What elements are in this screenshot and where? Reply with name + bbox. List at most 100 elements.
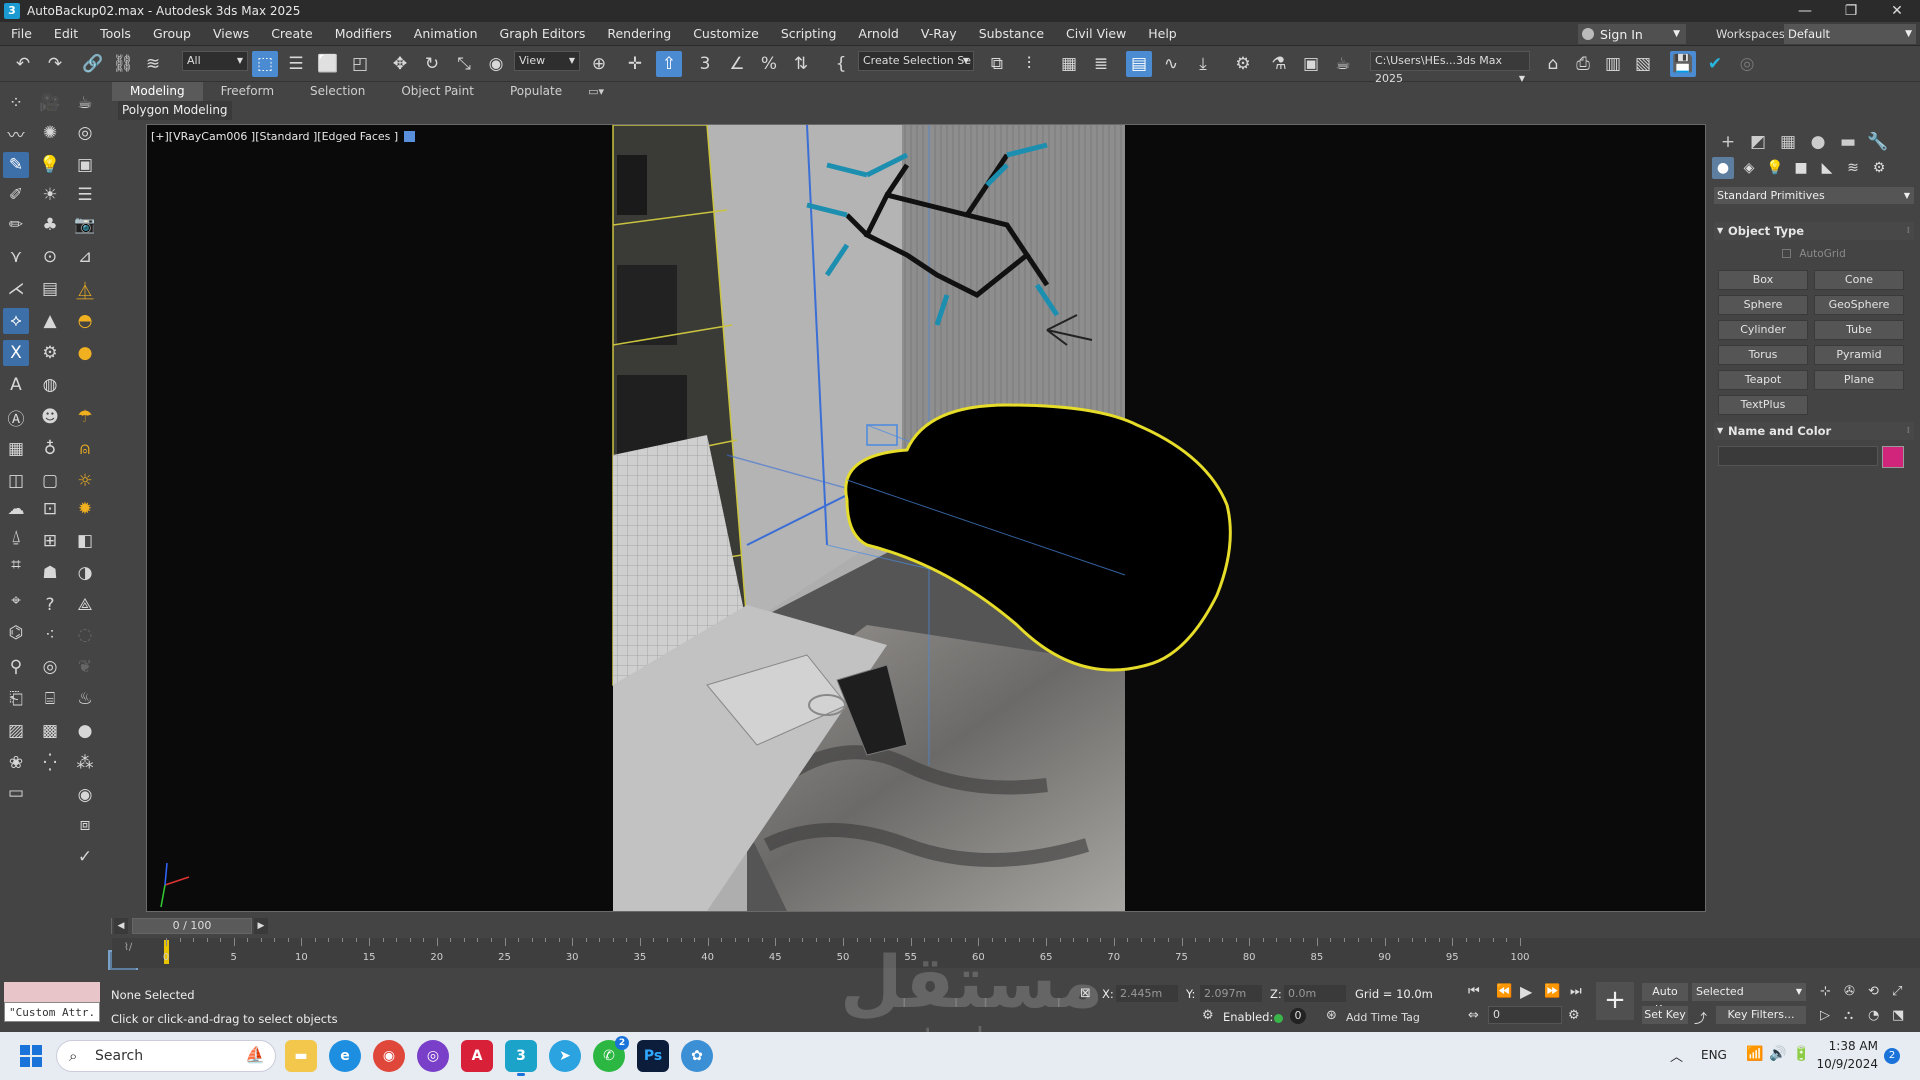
move-icon[interactable]: ✥	[387, 51, 413, 77]
key-mode-select[interactable]: Selected ▼	[1692, 983, 1806, 1001]
menu-views[interactable]: Views	[202, 26, 260, 41]
prev-frame-arrow-icon[interactable]: ◀	[114, 918, 128, 934]
menu-graph-editors[interactable]: Graph Editors	[489, 26, 597, 41]
scatter-icon[interactable]: ⁛	[37, 750, 63, 776]
snaps-toggle-icon[interactable]: 3	[692, 51, 718, 77]
orbit-icon[interactable]: ✇	[1844, 984, 1855, 999]
bell-light-icon[interactable]: ⍝	[72, 436, 98, 462]
minimize-icon[interactable]: —	[1782, 0, 1828, 22]
symmetry-icon[interactable]: ⟡	[3, 308, 29, 334]
target-icon[interactable]: ◎	[37, 654, 63, 680]
hierarchy-tab-icon[interactable]: ▦	[1776, 130, 1800, 154]
add-time-tag-button[interactable]: Add Time Tag	[1346, 1011, 1420, 1024]
tab-populate[interactable]: Populate	[492, 82, 580, 101]
go-to-start-icon[interactable]: ⏮	[1468, 984, 1480, 999]
workspace-select[interactable]: Default ▼	[1784, 24, 1916, 44]
sun-light-icon[interactable]: ☼	[72, 468, 98, 494]
cloud-icon[interactable]: ☁	[3, 496, 29, 522]
save-project-icon[interactable]: ⎙	[1570, 51, 1596, 77]
time-slider-handle[interactable]: 0 / 100	[132, 918, 252, 934]
menu-substance[interactable]: Substance	[968, 26, 1055, 41]
redo-icon[interactable]: ↷	[42, 51, 68, 77]
image-icon[interactable]: ▨	[3, 718, 29, 744]
scene-explorer-icon[interactable]: ▦	[1056, 51, 1082, 77]
check-icon[interactable]: ✔	[1702, 51, 1728, 77]
adaptive-degradation-icon[interactable]: ⚙	[1202, 1008, 1214, 1023]
podcast-icon[interactable]: ◎	[417, 1040, 449, 1072]
autogrid-checkbox[interactable]: AutoGrid	[1782, 248, 1846, 260]
pane-icon[interactable]: ◫	[3, 468, 29, 494]
reference-coordinate-select[interactable]: View ▼	[514, 51, 580, 71]
toggle-ribbon-icon[interactable]: ▤	[1126, 51, 1152, 77]
dots-icon[interactable]: ⁖	[37, 622, 63, 648]
set-key-button[interactable]: Set Key	[1642, 1006, 1688, 1024]
language-indicator[interactable]: ENG	[1701, 1048, 1727, 1062]
chrome-icon[interactable]: ◉	[373, 1040, 405, 1072]
select-object-icon[interactable]: ⬚	[252, 51, 278, 77]
photoshop-icon[interactable]: Ps	[637, 1040, 669, 1072]
text-icon[interactable]: A	[3, 372, 29, 398]
helper-icon[interactable]: ⊿	[72, 244, 98, 270]
schematic-view-icon[interactable]: ⤓	[1190, 51, 1216, 77]
edge-icon[interactable]: e	[329, 1040, 361, 1072]
name-and-color-rollout[interactable]: ▼ Name and Color ⁞	[1714, 422, 1914, 440]
torus-button[interactable]: Torus	[1718, 345, 1808, 365]
plane-button[interactable]: Plane	[1814, 370, 1904, 390]
windows-start-icon[interactable]	[20, 1045, 42, 1067]
sign-in-button[interactable]: Sign In ▼	[1578, 24, 1686, 44]
project-settings-icon[interactable]: ▥	[1600, 51, 1626, 77]
align-text-icon[interactable]: ▦	[3, 436, 29, 462]
menu-group[interactable]: Group	[142, 26, 202, 41]
previous-frame-icon[interactable]: ⏪	[1496, 984, 1512, 999]
tab-modeling[interactable]: Modeling	[112, 82, 203, 101]
menu-rendering[interactable]: Rendering	[596, 26, 682, 41]
alembic-icon[interactable]: ⌖	[3, 588, 29, 614]
show-hidden-icons-icon[interactable]: ︿	[1670, 1046, 1683, 1065]
scale-icon[interactable]: ⤡	[451, 51, 477, 77]
burst-light-icon[interactable]: ✹	[72, 496, 98, 522]
render-setup-icon[interactable]: ⚗	[1266, 51, 1292, 77]
pivot-center-icon[interactable]: ⊕	[586, 51, 612, 77]
sphere-icon[interactable]: ◍	[37, 372, 63, 398]
current-frame-input[interactable]: 0	[1488, 1006, 1562, 1024]
light-icon[interactable]: 💡	[37, 152, 63, 178]
spheres-icon[interactable]: ⁂	[72, 750, 98, 776]
next-frame-arrow-icon[interactable]: ▶	[254, 918, 268, 934]
layers-icon[interactable]: ⧈	[72, 812, 98, 838]
material-editor-icon[interactable]: ⚙	[1230, 51, 1256, 77]
spray-icon[interactable]: ⊙	[37, 244, 63, 270]
autodesk-icon[interactable]: A	[461, 1040, 493, 1072]
vertex-icon[interactable]: ⋎	[3, 244, 29, 270]
bind-space-warp-icon[interactable]: ≋	[140, 51, 166, 77]
selection-filter-select[interactable]: All ▼	[182, 51, 248, 71]
document-icon[interactable]: ▤	[37, 276, 63, 302]
z-coordinate-field[interactable]: 0.0m	[1284, 985, 1346, 1002]
maximize-icon[interactable]: ❐	[1828, 0, 1874, 22]
utilities-tab-icon[interactable]: 🔧	[1866, 130, 1890, 154]
selection-lock-icon[interactable]: ⊠	[1080, 986, 1091, 1001]
dome-light-icon[interactable]: ◓	[72, 308, 98, 334]
motion-tab-icon[interactable]: ●	[1806, 130, 1830, 154]
link-icon[interactable]: 🔗	[80, 51, 106, 77]
sphere-shader-icon[interactable]: ◑	[72, 560, 98, 586]
globe-icon[interactable]: ◉	[72, 782, 98, 808]
key-mode-toggle-icon[interactable]: ⇔	[1468, 1008, 1479, 1023]
tab-selection[interactable]: Selection	[292, 82, 383, 101]
proc-icon[interactable]: ⌗	[3, 552, 29, 578]
project-folder-select[interactable]: C:\Users\HEs...3ds Max 2025 ▼	[1370, 51, 1530, 85]
frame-icon[interactable]: ▢	[37, 468, 63, 494]
brain-icon[interactable]: ❀	[3, 750, 29, 776]
geometry-icon[interactable]: ●	[1712, 157, 1734, 179]
time-tag-icon[interactable]: ⊛	[1326, 1008, 1337, 1023]
torus-icon[interactable]: ◎	[72, 120, 98, 146]
menu-tools[interactable]: Tools	[89, 26, 142, 41]
cone-icon[interactable]: ▲	[37, 308, 63, 334]
help-icon[interactable]: ?	[37, 592, 63, 618]
box-button[interactable]: Box	[1718, 270, 1808, 290]
space-warps-icon[interactable]: ≋	[1842, 157, 1864, 179]
bulb-icon[interactable]: ♁	[37, 436, 63, 462]
menu-edit[interactable]: Edit	[43, 26, 89, 41]
align-icon[interactable]: ⫶	[1016, 51, 1042, 77]
gear-icon[interactable]: ⚙	[37, 340, 63, 366]
named-selection-set-select[interactable]: Create Selection Se ▼	[858, 51, 974, 71]
